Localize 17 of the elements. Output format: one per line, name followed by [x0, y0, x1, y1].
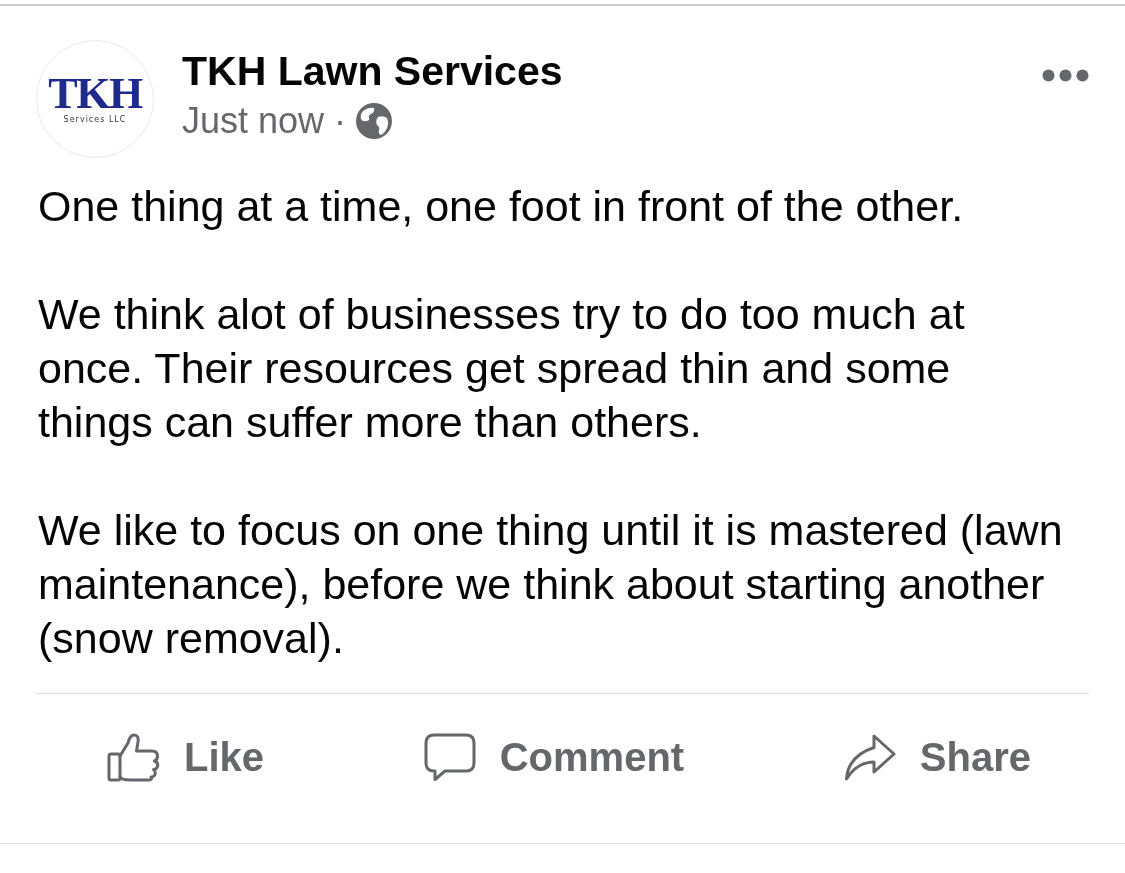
page-logo[interactable]: TKH Services LLC — [36, 40, 154, 158]
page-name[interactable]: TKH Lawn Services — [182, 47, 563, 95]
like-button[interactable]: Like — [107, 732, 265, 782]
thumbs-up-icon — [107, 732, 161, 782]
more-options-icon[interactable] — [1042, 69, 1089, 82]
post-text: One thing at a time, one foot in front of the other. — [38, 181, 965, 232]
post-time[interactable]: Just now — [182, 99, 325, 143]
comment-button[interactable]: Comment — [422, 732, 685, 782]
speech-bubble-icon — [422, 732, 477, 782]
logo-wordmark: TKH — [48, 76, 142, 112]
share-button[interactable]: Share — [842, 732, 1031, 782]
post-text: We think alot of businesses try to do too much at once. Their resources get spread thin and some things can suffer more than others. — [38, 289, 966, 448]
share-icon — [842, 732, 897, 782]
separator-text: · — [334, 99, 347, 143]
globe-icon[interactable] — [356, 103, 393, 139]
post-text: We like to focus on one thing until it is mastered (lawn maintenance), before we think about starting another (snow removal). — [38, 505, 1064, 664]
logo-tagline: Services LLC — [63, 114, 127, 126]
